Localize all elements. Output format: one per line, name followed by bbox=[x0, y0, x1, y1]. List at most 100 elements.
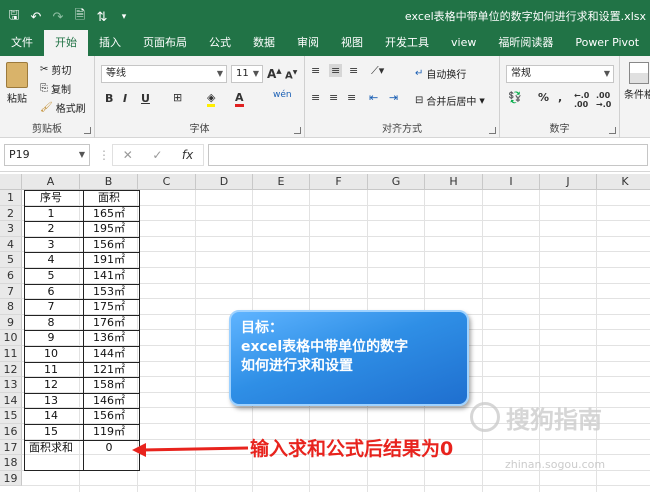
cell-area[interactable]: 158㎡ bbox=[80, 377, 138, 393]
row-header-4[interactable]: 4 bbox=[0, 236, 22, 253]
row-header-13[interactable]: 13 bbox=[0, 377, 22, 393]
tab-data[interactable]: 数据 bbox=[242, 30, 286, 56]
cell-index[interactable]: 13 bbox=[22, 393, 80, 409]
row-header-12[interactable]: 12 bbox=[0, 361, 22, 378]
cell-area[interactable]: 165㎡ bbox=[80, 206, 138, 222]
cell-area[interactable]: 156㎡ bbox=[80, 408, 138, 424]
underline-button[interactable]: U bbox=[141, 92, 150, 105]
sort-icon[interactable]: ⇅ bbox=[94, 10, 110, 25]
font-size-select[interactable]: 11 ▼ bbox=[231, 65, 263, 83]
cell-index[interactable]: 9 bbox=[22, 330, 80, 346]
column-header-e[interactable]: E bbox=[253, 174, 310, 190]
cancel-icon[interactable]: ✕ bbox=[123, 148, 133, 162]
row-header-5[interactable]: 5 bbox=[0, 252, 22, 268]
tab-formulas[interactable]: 公式 bbox=[198, 30, 242, 56]
column-header-c[interactable]: C bbox=[138, 174, 196, 190]
cell-index[interactable]: 2 bbox=[22, 221, 80, 237]
undo-icon[interactable]: ↶ bbox=[28, 10, 44, 25]
alignment-launcher-icon[interactable] bbox=[489, 127, 496, 134]
column-header-b[interactable]: B bbox=[80, 174, 138, 190]
row-header-9[interactable]: 9 bbox=[0, 314, 22, 331]
align-bottom-icon[interactable]: ≡ bbox=[349, 64, 358, 77]
row-header-8[interactable]: 8 bbox=[0, 299, 22, 315]
row-header-18[interactable]: 18 bbox=[0, 455, 22, 471]
row-header-1[interactable]: 1 bbox=[0, 190, 22, 206]
cell-index[interactable]: 8 bbox=[22, 315, 80, 331]
cell-index[interactable]: 6 bbox=[22, 284, 80, 300]
cell-index[interactable]: 5 bbox=[22, 268, 80, 284]
header-cell-area[interactable]: 面积 bbox=[80, 190, 138, 206]
total-label-cell[interactable]: 面积求和 bbox=[22, 440, 80, 456]
borders-icon[interactable]: ⊞ bbox=[173, 91, 182, 104]
tab-developer[interactable]: 开发工具 bbox=[374, 30, 440, 56]
column-header-k[interactable]: K bbox=[597, 174, 650, 190]
cell-area[interactable]: 136㎡ bbox=[80, 330, 138, 346]
cut-button[interactable]: ✂ 剪切 bbox=[40, 62, 71, 77]
align-left-icon[interactable]: ≡ bbox=[311, 91, 320, 104]
align-right-icon[interactable]: ≡ bbox=[347, 91, 356, 104]
cell-area[interactable]: 144㎡ bbox=[80, 346, 138, 362]
row-header-14[interactable]: 14 bbox=[0, 392, 22, 409]
cell-index[interactable]: 3 bbox=[22, 237, 80, 253]
decrease-indent-icon[interactable]: ⇤ bbox=[369, 91, 378, 104]
formula-input[interactable] bbox=[208, 144, 648, 166]
save-icon[interactable]: 🖫 bbox=[6, 6, 22, 28]
align-middle-icon[interactable]: ≡ bbox=[329, 64, 343, 77]
row-header-15[interactable]: 15 bbox=[0, 408, 22, 424]
tab-view[interactable]: 视图 bbox=[330, 30, 374, 56]
paste-button[interactable]: 粘贴 bbox=[6, 62, 28, 105]
column-header-d[interactable]: D bbox=[196, 174, 253, 190]
comma-style-icon[interactable]: , bbox=[558, 91, 562, 104]
tab-file[interactable]: 文件 bbox=[0, 30, 44, 56]
insert-function-icon[interactable]: fx bbox=[182, 148, 193, 162]
header-cell-index[interactable]: 序号 bbox=[22, 190, 80, 206]
copy-button[interactable]: ⎘ 复制 bbox=[40, 81, 71, 96]
print-preview-icon[interactable]: 🗎 bbox=[72, 6, 88, 28]
column-header-j[interactable]: J bbox=[540, 174, 597, 190]
number-launcher-icon[interactable] bbox=[609, 127, 616, 134]
cell-area[interactable]: 141㎡ bbox=[80, 268, 138, 284]
clipboard-launcher-icon[interactable] bbox=[84, 127, 91, 134]
redo-icon[interactable]: ↷ bbox=[50, 10, 66, 25]
column-header-a[interactable]: A bbox=[22, 174, 80, 190]
cell-index[interactable]: 15 bbox=[22, 424, 80, 440]
cell-area[interactable]: 195㎡ bbox=[80, 221, 138, 237]
shrink-font-icon[interactable]: A▼ bbox=[285, 69, 297, 81]
tab-home[interactable]: 开始 bbox=[44, 30, 88, 56]
cell-index[interactable]: 14 bbox=[22, 408, 80, 424]
row-header-19[interactable]: 19 bbox=[0, 470, 22, 487]
row-header-16[interactable]: 16 bbox=[0, 424, 22, 440]
align-center-icon[interactable]: ≡ bbox=[329, 91, 338, 104]
orientation-icon[interactable]: ⟋▾ bbox=[371, 64, 384, 78]
cell-area[interactable]: 175㎡ bbox=[80, 299, 138, 315]
drag-handle-icon[interactable]: ⋮ bbox=[98, 148, 110, 162]
font-name-select[interactable]: 等线 ▼ bbox=[101, 65, 227, 83]
font-color-icon[interactable]: A bbox=[235, 91, 244, 107]
cell-area[interactable]: 176㎡ bbox=[80, 315, 138, 331]
row-header-7[interactable]: 7 bbox=[0, 283, 22, 300]
cell-index[interactable]: 7 bbox=[22, 299, 80, 315]
cell-area[interactable]: 156㎡ bbox=[80, 237, 138, 253]
row-header-11[interactable]: 11 bbox=[0, 346, 22, 362]
cell-area[interactable]: 121㎡ bbox=[80, 362, 138, 378]
cell-index[interactable]: 11 bbox=[22, 362, 80, 378]
accounting-format-icon[interactable]: 💱 bbox=[508, 91, 522, 104]
format-painter-button[interactable]: 🖌 格式刷 bbox=[40, 100, 86, 115]
name-box[interactable]: P19 ▼ bbox=[4, 144, 90, 166]
cell-index[interactable]: 10 bbox=[22, 346, 80, 362]
phonetic-icon[interactable]: wén bbox=[273, 90, 292, 100]
cell-index[interactable]: 1 bbox=[22, 206, 80, 222]
row-header-10[interactable]: 10 bbox=[0, 330, 22, 346]
merge-center-button[interactable]: ⊟ 合并后居中 ▼ bbox=[415, 93, 485, 108]
fill-color-icon[interactable]: ◈ bbox=[207, 91, 216, 107]
row-header-6[interactable]: 6 bbox=[0, 268, 22, 284]
cell-index[interactable]: 12 bbox=[22, 377, 80, 393]
column-header-g[interactable]: G bbox=[368, 174, 425, 190]
column-header-h[interactable]: H bbox=[425, 174, 483, 190]
column-header-f[interactable]: F bbox=[310, 174, 368, 190]
tab-foxit-reader[interactable]: 福昕阅读器 bbox=[487, 30, 564, 56]
increase-indent-icon[interactable]: ⇥ bbox=[389, 91, 398, 104]
select-all-corner[interactable] bbox=[0, 174, 22, 190]
column-header-i[interactable]: I bbox=[483, 174, 540, 190]
row-header-17[interactable]: 17 bbox=[0, 439, 22, 456]
